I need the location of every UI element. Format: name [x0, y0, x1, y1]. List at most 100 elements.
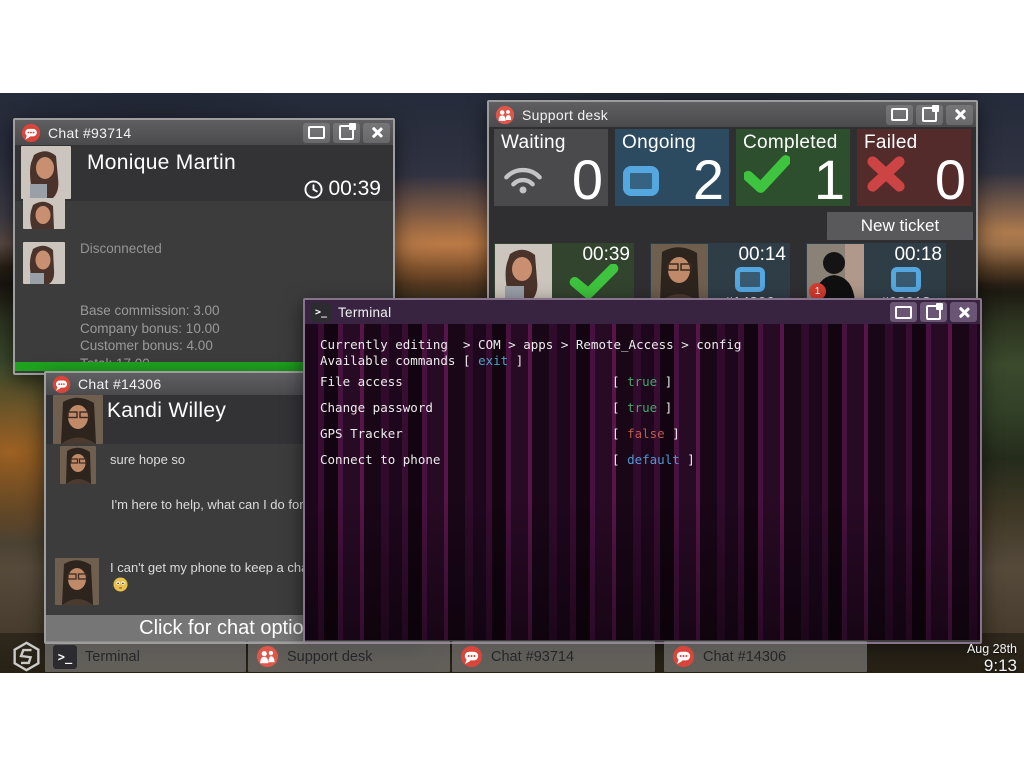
ongoing-square-icon	[623, 166, 659, 196]
timer-value: 00:39	[328, 177, 381, 201]
titlebar[interactable]: Chat #93714	[15, 120, 393, 145]
stat-label: Ongoing	[622, 132, 696, 154]
close-button[interactable]	[950, 302, 977, 322]
studio-logo-icon	[11, 641, 42, 672]
stat-waiting: Waiting 0	[494, 129, 608, 206]
popout-button[interactable]	[916, 105, 943, 125]
support-desk-icon	[495, 105, 515, 125]
taskbar-label: Chat #93714	[491, 649, 574, 665]
terminal-icon: >_	[311, 303, 331, 322]
status-message: Disconnected	[80, 241, 162, 256]
system-clock: Aug 28th 9:13	[967, 640, 1017, 673]
chat-bubble-icon	[672, 645, 695, 668]
customer-name: Monique Martin	[87, 151, 236, 175]
close-button[interactable]	[946, 105, 973, 125]
commission-line: Base commission: 3.00	[80, 302, 220, 320]
new-ticket-button[interactable]: New ticket	[827, 212, 973, 240]
game-desktop: Chat #93714 Monique Martin	[0, 93, 1024, 673]
stat-label: Waiting	[501, 132, 566, 154]
chat-timer: 00:39	[304, 177, 381, 201]
taskbar-label: Terminal	[85, 649, 140, 665]
taskbar-label: Support desk	[287, 649, 372, 665]
terminal-breadcrumb: Currently editing > COM > apps > Remote_…	[320, 337, 980, 353]
stat-value: 2	[693, 152, 724, 208]
ongoing-square-icon	[891, 267, 921, 292]
minimize-button[interactable]	[886, 105, 913, 125]
taskbar-item-chat-93714[interactable]: Chat #93714	[452, 641, 655, 672]
commission-line: Company bonus: 10.00	[80, 320, 220, 338]
stat-value: 0	[572, 152, 603, 208]
stat-ongoing: Ongoing 2	[615, 129, 729, 206]
window-title: Support desk	[522, 107, 886, 123]
terminal-setting-row: Connect to phone[ default ]	[320, 447, 980, 473]
taskbar: >_ Terminal Support desk Chat #93714	[0, 640, 1024, 673]
flushed-emoji-icon	[113, 577, 128, 597]
minimize-icon	[308, 126, 325, 139]
popout-icon	[922, 107, 937, 122]
minimize-button[interactable]	[303, 123, 330, 143]
minimize-icon	[895, 306, 912, 319]
customer-avatar-small	[23, 198, 65, 229]
ticket-avatar	[651, 244, 708, 302]
system-time: 9:13	[967, 657, 1017, 674]
stat-value: 1	[814, 152, 845, 208]
terminal-commands-line: Available commands [ exit ]	[320, 353, 980, 369]
minimize-icon	[891, 108, 908, 121]
system-date: Aug 28th	[967, 643, 1017, 656]
taskbar-label: Chat #14306	[703, 649, 786, 665]
stat-value: 0	[935, 152, 966, 208]
ticket-timer: 00:18	[894, 243, 946, 266]
ticket-avatar	[495, 244, 552, 302]
taskbar-item-support-desk[interactable]: Support desk	[248, 641, 450, 672]
ticket-stats: Waiting 0 Ongoing 2 Com	[494, 129, 971, 206]
customer-avatar-message	[60, 446, 96, 484]
minimize-button[interactable]	[890, 302, 917, 322]
terminal-setting-row: Change password[ true ]	[320, 395, 980, 421]
customer-avatar	[53, 395, 103, 444]
window-title: Chat #93714	[48, 125, 303, 141]
customer-avatar	[21, 146, 71, 199]
failed-x-icon	[865, 155, 907, 198]
close-button[interactable]	[363, 123, 390, 143]
support-desk-window: Support desk Waiting 0 On	[487, 100, 978, 315]
terminal-window: >_ Terminal Currently editing > COM > ap…	[303, 298, 982, 644]
titlebar[interactable]: >_ Terminal	[305, 300, 980, 324]
close-icon	[957, 306, 970, 319]
stat-label: Failed	[864, 132, 918, 154]
customer-avatar-message	[55, 558, 99, 605]
customer-message: sure hope so	[110, 452, 185, 467]
taskbar-item-chat-14306[interactable]: Chat #14306	[664, 641, 867, 672]
commission-summary: Base commission: 3.00 Company bonus: 10.…	[80, 302, 220, 371]
agent-message: I'm here to help, what can I do for	[111, 497, 304, 512]
titlebar[interactable]: Support desk	[489, 102, 976, 127]
popout-icon	[339, 125, 354, 140]
popout-button[interactable]	[333, 123, 360, 143]
stat-failed: Failed 0	[857, 129, 971, 206]
customer-name: Kandi Willey	[107, 399, 226, 423]
ticket-timer: 00:14	[738, 243, 790, 266]
checkmark-icon	[744, 155, 790, 198]
popout-icon	[926, 305, 941, 320]
support-desk-icon	[256, 645, 279, 668]
terminal-setting-row: File access[ true ]	[320, 369, 980, 395]
clock-icon	[304, 180, 323, 199]
commission-line: Customer bonus: 4.00	[80, 337, 220, 355]
ticket-avatar-silhouette: 1	[807, 244, 864, 302]
chat-bubble-icon	[21, 123, 41, 143]
chat-bubble-icon	[460, 645, 483, 668]
close-icon	[953, 108, 966, 121]
taskbar-item-terminal[interactable]: >_ Terminal	[45, 641, 246, 672]
popout-button[interactable]	[920, 302, 947, 322]
stat-completed: Completed 1	[736, 129, 850, 206]
ongoing-square-icon	[735, 267, 765, 292]
close-icon	[370, 126, 383, 139]
chat-bubble-icon	[52, 375, 71, 394]
terminal-output: Currently editing > COM > apps > Remote_…	[305, 324, 980, 640]
terminal-icon: >_	[53, 645, 77, 669]
ticket-timer: 00:39	[582, 243, 634, 266]
customer-avatar-message	[23, 242, 65, 284]
customer-message: I can't get my phone to keep a cha	[110, 560, 308, 575]
window-title: Terminal	[338, 305, 890, 320]
terminal-setting-row: GPS Tracker[ false ]	[320, 421, 980, 447]
wifi-icon	[502, 164, 544, 199]
